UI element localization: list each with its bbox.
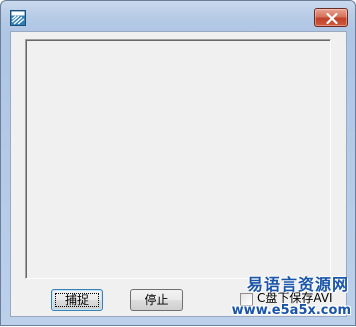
application-window: 捕捉 停止 C盘下保存AVI 易语言资源网 www.e5a5x.com [0,0,356,326]
save-avi-checkbox[interactable] [240,293,253,306]
save-avi-checkbox-label: C盘下保存AVI [257,291,333,305]
video-preview-area [25,39,331,279]
stop-button-label: 停止 [144,293,169,307]
focus-rectangle [55,293,99,307]
close-button[interactable] [314,8,348,27]
capture-button[interactable]: 捕捉 [51,289,103,311]
app-icon[interactable] [10,10,26,26]
close-x-icon [326,13,338,24]
title-bar[interactable] [1,1,355,31]
client-area: 捕捉 停止 C盘下保存AVI [10,31,347,317]
stop-button[interactable]: 停止 [130,289,183,311]
